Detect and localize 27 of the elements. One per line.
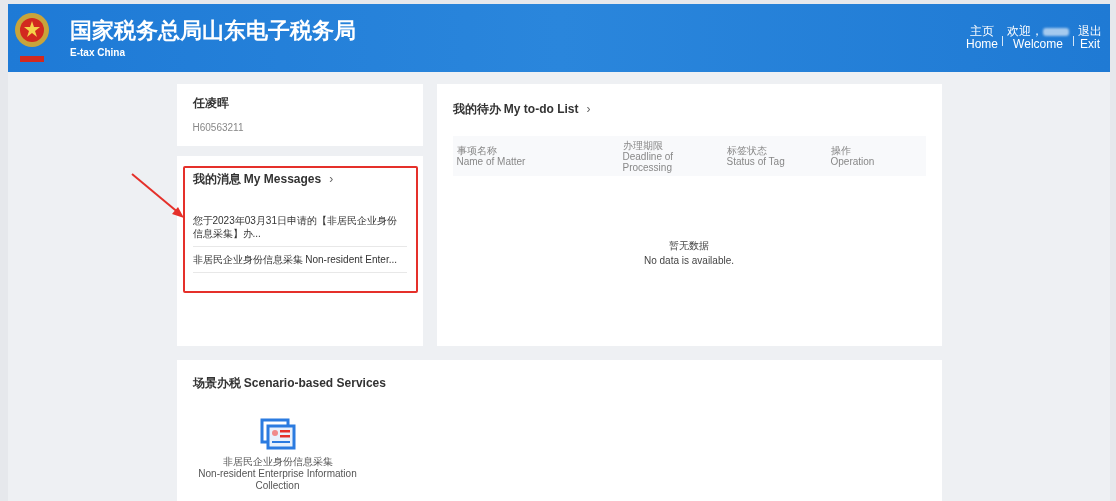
site-subtitle: E-tax China [70, 45, 126, 60]
user-id: H60563211 [192, 121, 245, 135]
column-header: 标签状态 Status of Tag [726, 145, 786, 167]
todo-heading[interactable]: 我的待办 My to-do List [452, 100, 579, 118]
nav-link[interactable]: 主页 Home [966, 25, 998, 51]
welcome-label: 欢迎， [1007, 25, 1043, 38]
message-item[interactable]: 您于2023年03月31日申请的【非居民企业身份信息采集】办... [192, 208, 407, 247]
message-item[interactable]: 非居民企业身份信息采集 Non-resident Enter... [192, 247, 407, 273]
arrow [130, 172, 186, 220]
site-title: 国家税务总局山东电子税务局 [70, 16, 356, 45]
nav-link[interactable]: 退出 Exit [1078, 25, 1102, 51]
service-tile[interactable]: 非居民企业身份信息采集 Non-resident Enterprise Information Collection [192, 418, 363, 492]
messages-heading[interactable]: 我的消息 My Messages [192, 170, 322, 188]
column-header: 操作 Operation [830, 145, 876, 167]
chevron[interactable]: › [586, 100, 591, 118]
chevron[interactable]: › [329, 170, 334, 188]
nav-separator [1002, 36, 1003, 46]
document-card-icon [259, 418, 296, 450]
empty-message: No data is available. [643, 254, 735, 268]
column-header: 事项名称 Name of Matter [456, 145, 527, 167]
blurred-username [1043, 27, 1069, 36]
empty-message: 暂无数据 [669, 239, 709, 253]
column-header: 办理期限 Deadline of Processing [622, 139, 675, 173]
services-heading: 场景办税 Scenario-based Services [192, 375, 387, 392]
welcome-label: Welcome [1013, 38, 1063, 51]
nav-separator [1073, 36, 1074, 46]
user-name: 任凌晖 [192, 95, 230, 112]
